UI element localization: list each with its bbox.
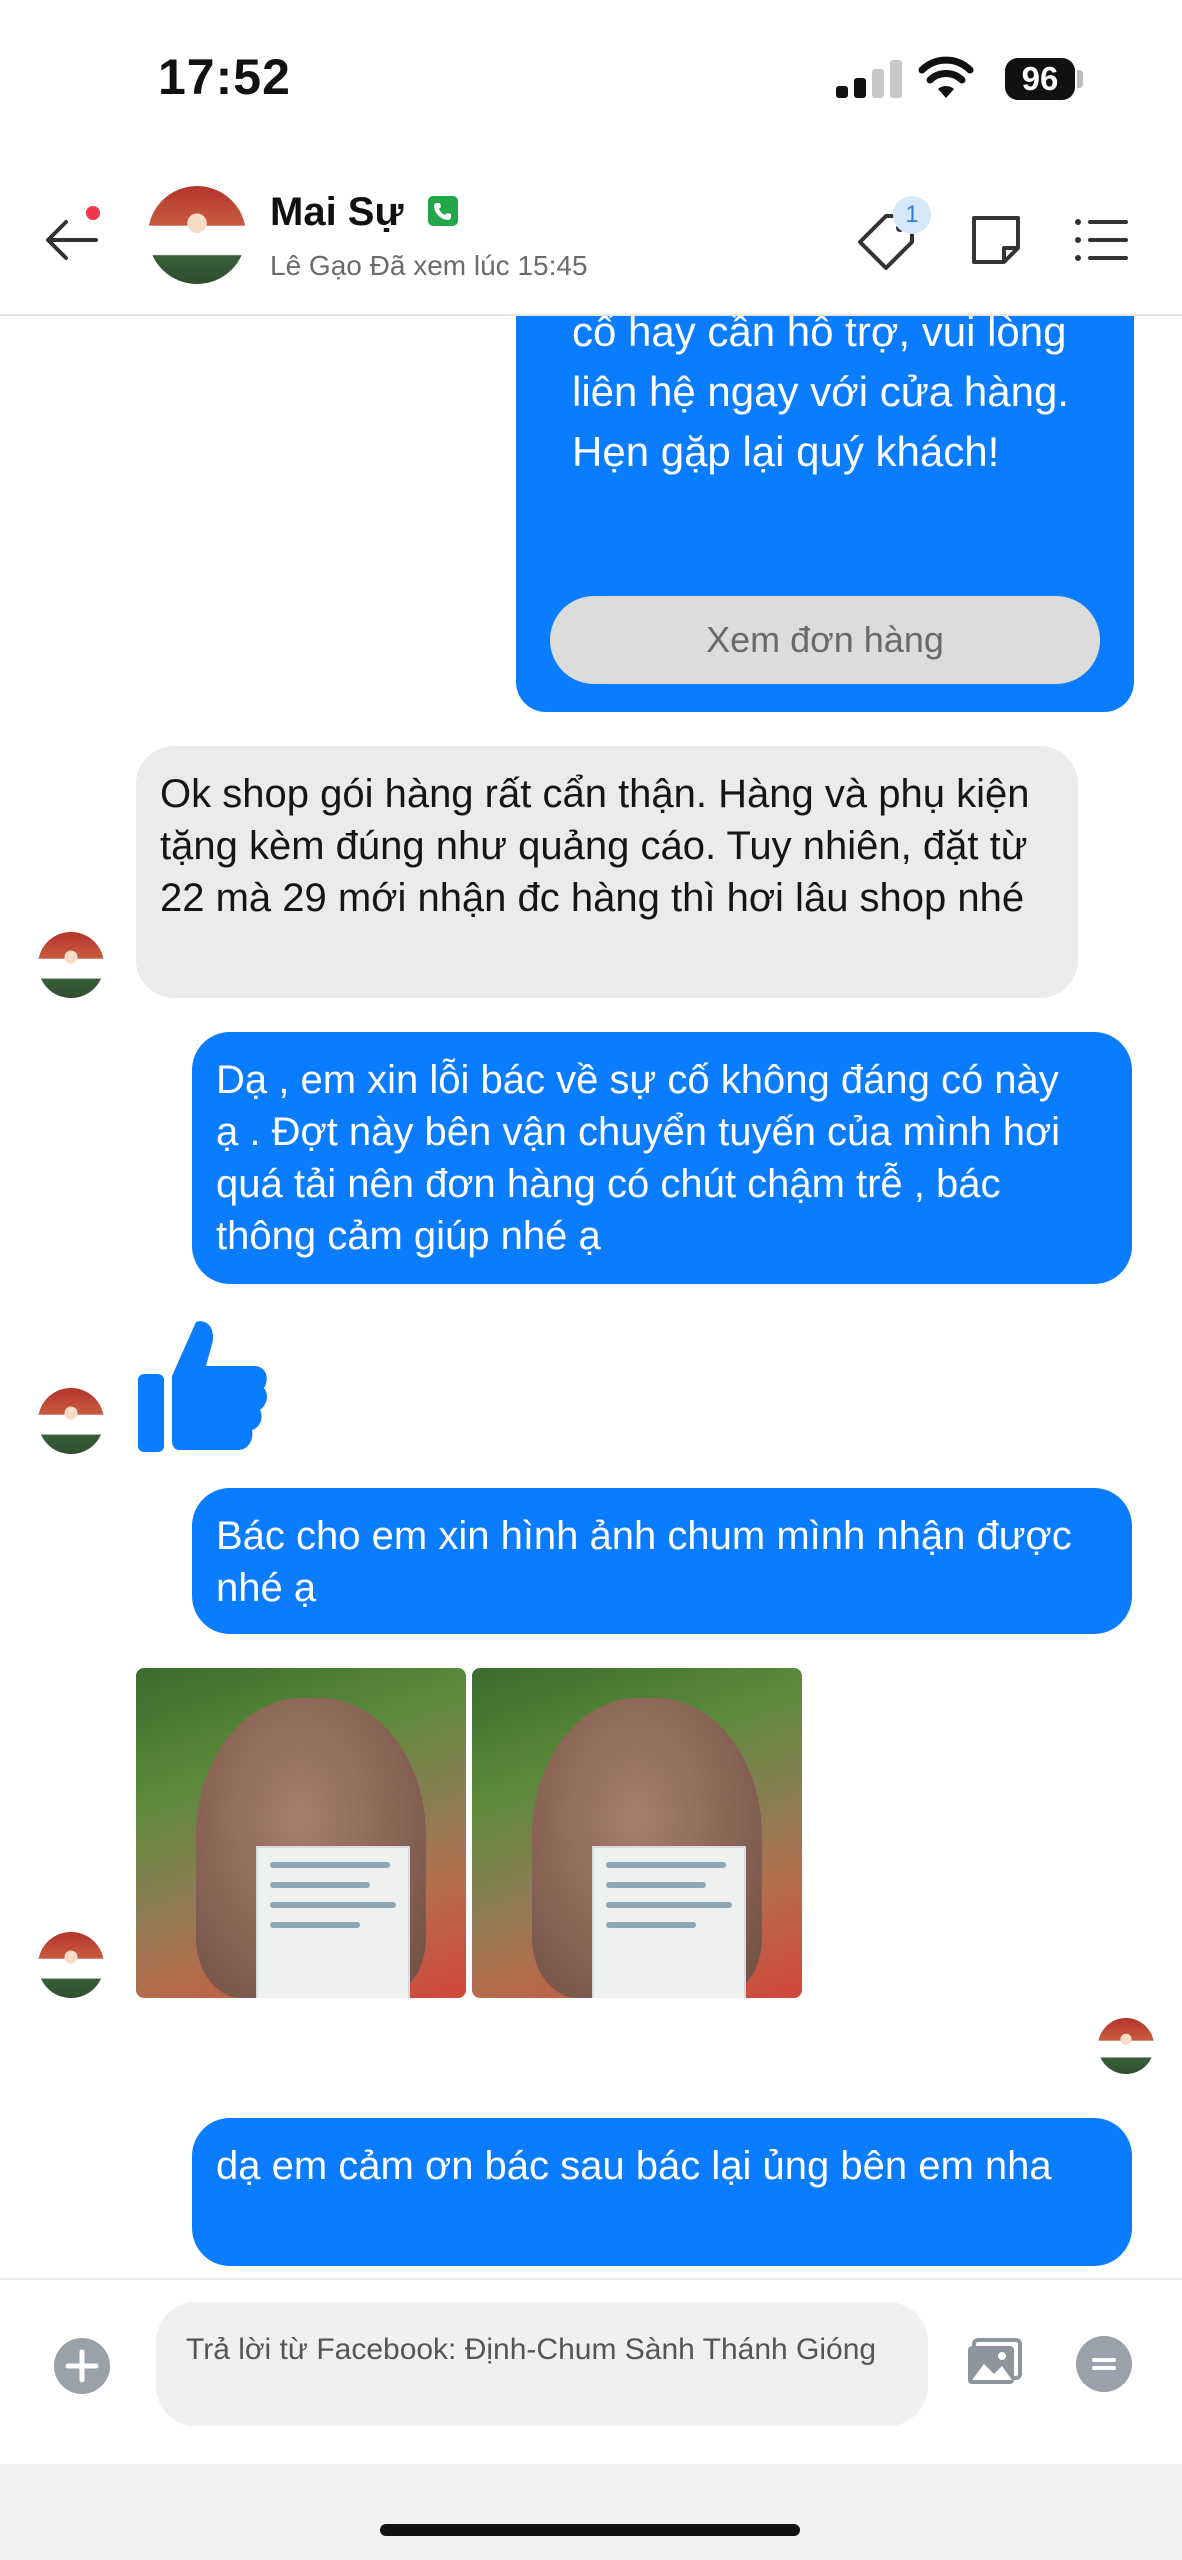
image-icon[interactable] xyxy=(966,2336,1024,2388)
reply-input[interactable]: Trả lời từ Facebook: Định-Chum Sành Thán… xyxy=(156,2302,928,2426)
message-text: dạ em cảm ơn bác sau bác lại ủng bên em … xyxy=(216,2144,1052,2188)
photo-attachment[interactable] xyxy=(472,1668,802,1998)
wifi-icon xyxy=(918,56,974,98)
signal-icon xyxy=(836,60,902,98)
home-indicator[interactable] xyxy=(380,2524,800,2536)
status-time: 17:52 xyxy=(158,49,291,105)
quick-reply-icon[interactable] xyxy=(1076,2336,1132,2392)
message-text: Ok shop gói hàng rất cẩn thận. Hàng và p… xyxy=(160,772,1030,920)
battery-tip xyxy=(1077,70,1083,88)
sender-avatar[interactable] xyxy=(38,1932,104,1998)
battery-indicator: 96 xyxy=(1005,58,1075,100)
outgoing-message-bubble: dạ em cảm ơn bác sau bác lại ủng bên em … xyxy=(192,2118,1132,2266)
outgoing-message-bubble: Bác cho em xin hình ảnh chum mình nhận đ… xyxy=(192,1488,1132,1634)
photo-attachment[interactable] xyxy=(136,1668,466,1998)
order-message-bubble: chúng tôi. Nếu bạn gặp sự cố hay cần hỗ … xyxy=(516,248,1134,712)
sender-avatar[interactable] xyxy=(38,932,104,998)
product-card-image xyxy=(592,1846,746,1998)
product-card-image xyxy=(256,1846,410,1998)
incoming-message-bubble: Ok shop gói hàng rất cẩn thận. Hàng và p… xyxy=(136,746,1078,998)
sender-avatar[interactable] xyxy=(38,1388,104,1454)
header-cover xyxy=(0,180,1182,316)
read-receipt-avatar xyxy=(1098,2018,1154,2074)
message-text: Bác cho em xin hình ảnh chum mình nhận đ… xyxy=(216,1514,1072,1610)
add-icon[interactable] xyxy=(54,2338,110,2394)
view-order-button[interactable]: Xem đơn hàng xyxy=(550,596,1100,684)
thumbs-up-icon xyxy=(138,1321,267,1452)
outgoing-message-bubble: Dạ , em xin lỗi bác về sự cố không đáng … xyxy=(192,1032,1132,1284)
message-text: Dạ , em xin lỗi bác về sự cố không đáng … xyxy=(216,1058,1061,1258)
home-area xyxy=(0,2464,1182,2560)
